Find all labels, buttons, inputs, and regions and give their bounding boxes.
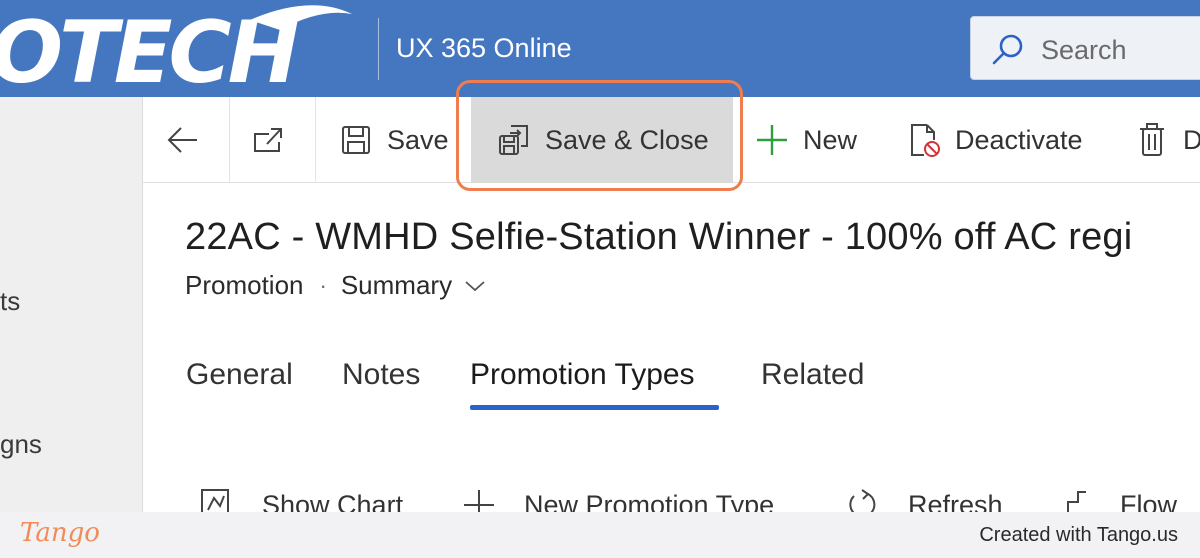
- new-promotion-type-button[interactable]: New Promotion Type: [464, 488, 774, 512]
- app-title[interactable]: UX 365 Online: [396, 33, 572, 64]
- form-selector[interactable]: Summary: [341, 270, 486, 301]
- open-in-new-window-button[interactable]: [251, 97, 291, 183]
- deactivate-button[interactable]: Deactivate: [907, 97, 1097, 183]
- refresh-button[interactable]: Refresh: [846, 488, 1003, 512]
- open-in-new-window-icon: [254, 128, 282, 152]
- tango-footer: Tango Created with Tango.us: [0, 512, 1200, 558]
- flow-button[interactable]: Flow: [1056, 488, 1177, 512]
- save-and-close-label: Save & Close: [545, 124, 709, 155]
- tab-related[interactable]: Related: [761, 358, 864, 392]
- refresh-icon: [849, 489, 876, 512]
- banner-divider: [378, 18, 379, 80]
- command-separator: [229, 97, 230, 183]
- flow-label: Flow: [1120, 489, 1178, 513]
- new-button[interactable]: New: [755, 97, 863, 183]
- save-disk-icon: [342, 126, 370, 154]
- entity-name: Promotion: [185, 270, 304, 300]
- flow-icon: [1067, 491, 1086, 512]
- tango-credit: Created with Tango.us: [979, 524, 1178, 546]
- chevron-down-icon: [465, 280, 485, 291]
- command-bar: Save Save & Close New Deactivate D: [143, 97, 1200, 183]
- save-and-close-icon: [499, 125, 528, 155]
- search-input[interactable]: Search: [970, 16, 1200, 80]
- refresh-label: Refresh: [908, 489, 1003, 513]
- back-button[interactable]: [165, 97, 209, 183]
- tango-logo: Tango: [20, 518, 100, 548]
- chart-icon: [201, 489, 229, 512]
- arrow-left-icon: [167, 127, 197, 153]
- record-subtitle: Promotion · Summary: [185, 270, 486, 301]
- tab-general[interactable]: General: [186, 358, 293, 392]
- subtitle-separator: ·: [319, 272, 327, 298]
- search-placeholder: Search: [1041, 35, 1127, 65]
- nav-item-fragment[interactable]: gns: [0, 429, 42, 460]
- form-name: Summary: [340, 270, 453, 300]
- record-title: 22AC - WMHD Selfie-Station Winner - 100%…: [185, 216, 1133, 258]
- left-navigation: ts gns: [0, 97, 143, 512]
- save-label: Save: [387, 124, 449, 155]
- save-button[interactable]: Save: [339, 97, 449, 183]
- delete-button[interactable]: D: [1137, 97, 1200, 183]
- delete-label: D: [1183, 124, 1200, 155]
- deactivate-document-icon: [911, 124, 940, 157]
- new-label: New: [803, 124, 858, 155]
- app-frame: OTECH UX 365 Online Search ts gns Save S…: [0, 0, 1200, 512]
- plus-icon: [464, 490, 494, 512]
- top-banner: OTECH UX 365 Online Search: [0, 0, 1200, 97]
- nav-item-fragment[interactable]: ts: [0, 286, 20, 317]
- tab-promotion-types[interactable]: Promotion Types: [470, 358, 695, 392]
- logo-swoosh-icon: [250, 5, 352, 30]
- show-chart-button[interactable]: Show Chart: [200, 488, 403, 512]
- save-and-close-button[interactable]: Save & Close: [471, 97, 733, 183]
- show-chart-label: Show Chart: [262, 489, 404, 513]
- company-logo[interactable]: OTECH: [0, 4, 370, 94]
- plus-icon: [757, 125, 787, 155]
- trash-icon: [1140, 123, 1164, 156]
- tab-notes[interactable]: Notes: [342, 358, 420, 392]
- deactivate-label: Deactivate: [955, 124, 1083, 155]
- new-promotion-type-label: New Promotion Type: [524, 489, 775, 513]
- search-icon: [992, 34, 1023, 65]
- active-tab-indicator: [470, 405, 719, 410]
- command-separator: [315, 97, 316, 183]
